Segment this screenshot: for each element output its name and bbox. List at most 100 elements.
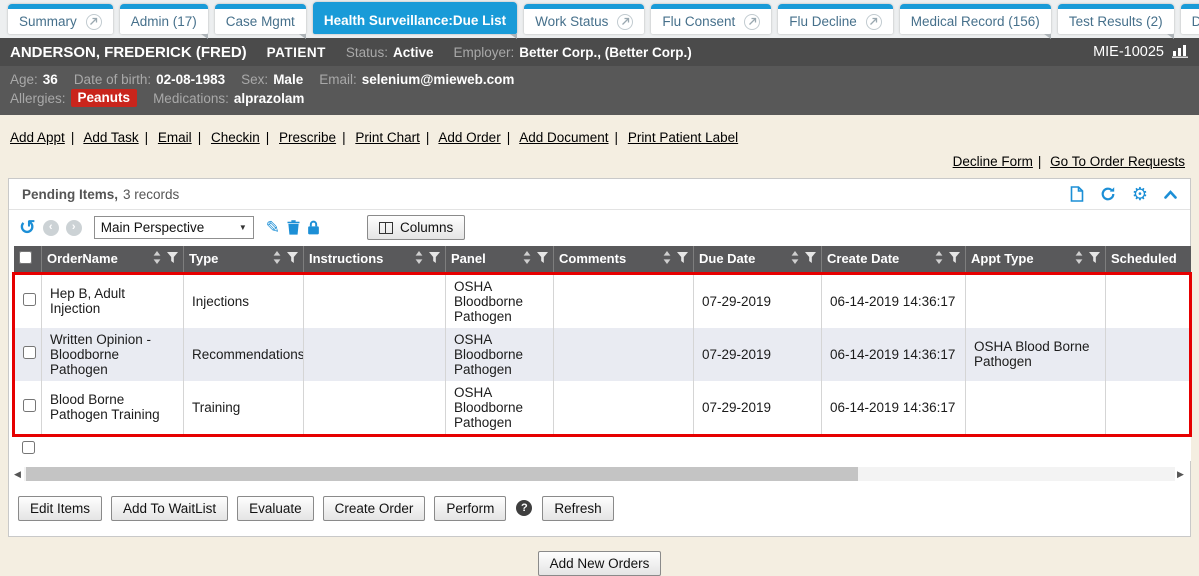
- link-print-patient-label[interactable]: Print Patient Label: [628, 130, 738, 145]
- refresh-button[interactable]: Refresh: [542, 496, 613, 521]
- panel-header: Pending Items, 3 records ⚙: [9, 179, 1190, 210]
- sort-icon[interactable]: [153, 251, 161, 267]
- add-to-waitlist-button[interactable]: Add To WaitList: [111, 496, 228, 521]
- cell-panel: OSHA Bloodborne Pathogen: [446, 381, 554, 436]
- link-email[interactable]: Email: [158, 130, 192, 145]
- sort-icon[interactable]: [935, 251, 943, 267]
- sex-value: Male: [273, 72, 303, 87]
- link-go-to-order-requests[interactable]: Go To Order Requests: [1050, 154, 1185, 169]
- tab-work-status[interactable]: Work Status: [524, 4, 644, 34]
- scrollbar-thumb[interactable]: [26, 467, 858, 481]
- link-checkin[interactable]: Checkin: [211, 130, 260, 145]
- table-row[interactable]: Written Opinion - Bloodborne Pathogen Re…: [14, 328, 1191, 381]
- new-document-icon[interactable]: [1070, 186, 1084, 202]
- history-forward-icon[interactable]: ›: [66, 220, 82, 236]
- gear-icon[interactable]: ⚙: [1132, 185, 1148, 203]
- lock-icon[interactable]: [307, 220, 320, 235]
- collapse-panel-icon[interactable]: [1164, 190, 1177, 199]
- table-row[interactable]: Hep B, Adult Injection Injections OSHA B…: [14, 273, 1191, 328]
- row-checkbox[interactable]: [23, 346, 36, 359]
- trash-icon[interactable]: [287, 220, 300, 235]
- cell-order-name: Hep B, Adult Injection: [42, 273, 184, 328]
- sort-icon[interactable]: [1075, 251, 1083, 267]
- perspective-select[interactable]: Main Perspective ▼: [94, 216, 254, 239]
- filter-icon[interactable]: [287, 251, 298, 266]
- cell-appt-type: OSHA Blood Borne Pathogen: [966, 328, 1106, 381]
- table-row[interactable]: Blood Borne Pathogen Training Training O…: [14, 381, 1191, 436]
- bottom-bar: Add New Orders: [0, 551, 1199, 576]
- chart-id-area: MIE-10025: [1093, 43, 1189, 62]
- horizontal-scrollbar[interactable]: ◀ ▶: [14, 467, 1185, 482]
- scrollbar-track[interactable]: [24, 467, 1175, 481]
- sort-icon[interactable]: [273, 251, 281, 267]
- header-appt-type[interactable]: Appt Type: [966, 246, 1106, 273]
- add-new-orders-button[interactable]: Add New Orders: [538, 551, 662, 576]
- link-add-appt[interactable]: Add Appt: [10, 130, 65, 145]
- popout-icon[interactable]: [866, 14, 882, 30]
- filter-icon[interactable]: [537, 251, 548, 266]
- perform-button[interactable]: Perform: [434, 496, 506, 521]
- header-panel[interactable]: Panel: [446, 246, 554, 273]
- edit-perspective-icon[interactable]: ✎: [266, 219, 280, 236]
- popout-icon[interactable]: [617, 14, 633, 30]
- popout-icon[interactable]: [744, 14, 760, 30]
- filter-icon[interactable]: [167, 251, 178, 266]
- scroll-right-icon[interactable]: ▶: [1177, 470, 1185, 479]
- history-back-icon[interactable]: ‹: [43, 220, 59, 236]
- tab-flu-decline[interactable]: Flu Decline: [778, 4, 893, 34]
- edit-items-button[interactable]: Edit Items: [18, 496, 102, 521]
- header-type[interactable]: Type: [184, 246, 304, 273]
- email-value: selenium@mieweb.com: [362, 72, 515, 87]
- undo-icon[interactable]: ↺: [19, 218, 36, 238]
- filter-icon[interactable]: [677, 251, 688, 266]
- link-decline-form[interactable]: Decline Form: [953, 154, 1033, 169]
- sort-icon[interactable]: [523, 251, 531, 267]
- allergy-badge[interactable]: Peanuts: [71, 89, 138, 107]
- cell-scheduled: [1106, 381, 1191, 436]
- tab-documents[interactable]: Documents (29): [1181, 4, 1199, 34]
- header-instructions[interactable]: Instructions: [304, 246, 446, 273]
- header-due-date[interactable]: Due Date: [694, 246, 822, 273]
- popout-icon[interactable]: [86, 14, 102, 30]
- sort-icon[interactable]: [791, 251, 799, 267]
- tab-summary[interactable]: Summary: [8, 4, 113, 34]
- link-prescribe[interactable]: Prescribe: [279, 130, 336, 145]
- allergies-label: Allergies:: [10, 91, 66, 106]
- filter-icon[interactable]: [949, 251, 960, 266]
- secondary-links-row: Decline Form Go To Order Requests: [0, 145, 1199, 169]
- tab-case-mgmt[interactable]: Case Mgmt: [215, 4, 306, 34]
- filter-icon[interactable]: [429, 251, 440, 266]
- filter-icon[interactable]: [805, 251, 816, 266]
- create-order-button[interactable]: Create Order: [323, 496, 426, 521]
- tab-health-surveillance-due-list[interactable]: Health Surveillance:Due List: [313, 2, 517, 34]
- refresh-icon[interactable]: [1100, 186, 1116, 202]
- corner-fold: [1044, 34, 1051, 39]
- tab-flu-consent[interactable]: Flu Consent: [651, 4, 771, 34]
- cell-scheduled: [1106, 328, 1191, 381]
- filter-icon[interactable]: [1089, 251, 1100, 266]
- sort-icon[interactable]: [663, 251, 671, 267]
- select-all-checkbox[interactable]: [19, 251, 32, 264]
- cell-instructions: [304, 328, 446, 381]
- link-print-chart[interactable]: Print Chart: [355, 130, 420, 145]
- row-checkbox[interactable]: [23, 293, 36, 306]
- header-ordername[interactable]: OrderName: [42, 246, 184, 273]
- tab-medical-record[interactable]: Medical Record (156): [900, 4, 1051, 34]
- tab-test-results[interactable]: Test Results (2): [1058, 4, 1174, 34]
- header-create-date[interactable]: Create Date: [822, 246, 966, 273]
- link-add-document[interactable]: Add Document: [519, 130, 608, 145]
- row-checkbox[interactable]: [23, 399, 36, 412]
- tab-label: Work Status: [535, 15, 608, 29]
- tab-admin[interactable]: Admin (17): [120, 4, 208, 34]
- row-checkbox[interactable]: [22, 441, 35, 454]
- columns-button[interactable]: Columns: [367, 215, 465, 240]
- header-scheduled[interactable]: Scheduled: [1106, 246, 1191, 273]
- bar-chart-icon[interactable]: [1172, 43, 1189, 62]
- sort-icon[interactable]: [415, 251, 423, 267]
- scroll-left-icon[interactable]: ◀: [14, 470, 22, 479]
- evaluate-button[interactable]: Evaluate: [237, 496, 314, 521]
- link-add-order[interactable]: Add Order: [438, 130, 500, 145]
- help-icon[interactable]: ?: [516, 500, 532, 516]
- header-comments[interactable]: Comments: [554, 246, 694, 273]
- link-add-task[interactable]: Add Task: [83, 130, 138, 145]
